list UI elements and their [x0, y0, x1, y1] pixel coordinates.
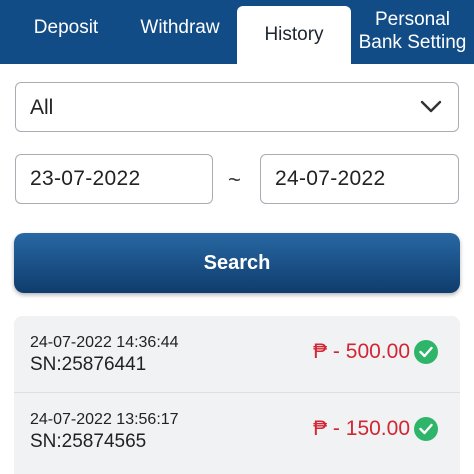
chevron-down-icon: [420, 100, 442, 113]
tab-withdraw[interactable]: Withdraw: [132, 0, 228, 60]
tab-personal-label-line1: Personal: [375, 9, 450, 30]
transaction-amount: ₱ - 500.00: [313, 340, 410, 363]
date-from-value: 23-07-2022: [30, 167, 141, 190]
check-circle-icon: [414, 340, 438, 364]
date-to-value: 24-07-2022: [275, 167, 386, 190]
date-to-field[interactable]: 24-07-2022: [260, 154, 459, 204]
date-range-separator: ~: [228, 167, 241, 192]
tab-personal-bank-setting[interactable]: Personal Bank Setting: [351, 0, 474, 63]
check-circle-icon: [414, 417, 438, 441]
tab-history[interactable]: History: [237, 6, 351, 64]
type-select[interactable]: All: [15, 82, 459, 132]
transaction-row[interactable]: 24-07-2022 14:36:44 SN:25876441 ₱ - 500.…: [14, 316, 460, 392]
transaction-time: 24-07-2022 14:36:44: [30, 334, 179, 351]
transaction-sn: SN:25876441: [30, 354, 147, 375]
date-from-field[interactable]: 23-07-2022: [15, 154, 213, 204]
type-select-value: All: [30, 96, 54, 119]
tab-bar: Deposit Withdraw History Personal Bank S…: [0, 0, 474, 64]
transaction-sn: SN:25874565: [30, 431, 147, 452]
transaction-time: 24-07-2022 13:56:17: [30, 411, 179, 428]
tab-personal-label-line2: Bank Setting: [358, 32, 467, 53]
transaction-row[interactable]: 24-07-2022 13:56:17 SN:25874565 ₱ - 150.…: [14, 392, 460, 468]
search-button[interactable]: Search: [14, 233, 460, 293]
tab-deposit[interactable]: Deposit: [0, 0, 132, 60]
transaction-list: 24-07-2022 14:36:44 SN:25876441 ₱ - 500.…: [14, 316, 460, 474]
transaction-amount: ₱ - 150.00: [313, 417, 410, 440]
